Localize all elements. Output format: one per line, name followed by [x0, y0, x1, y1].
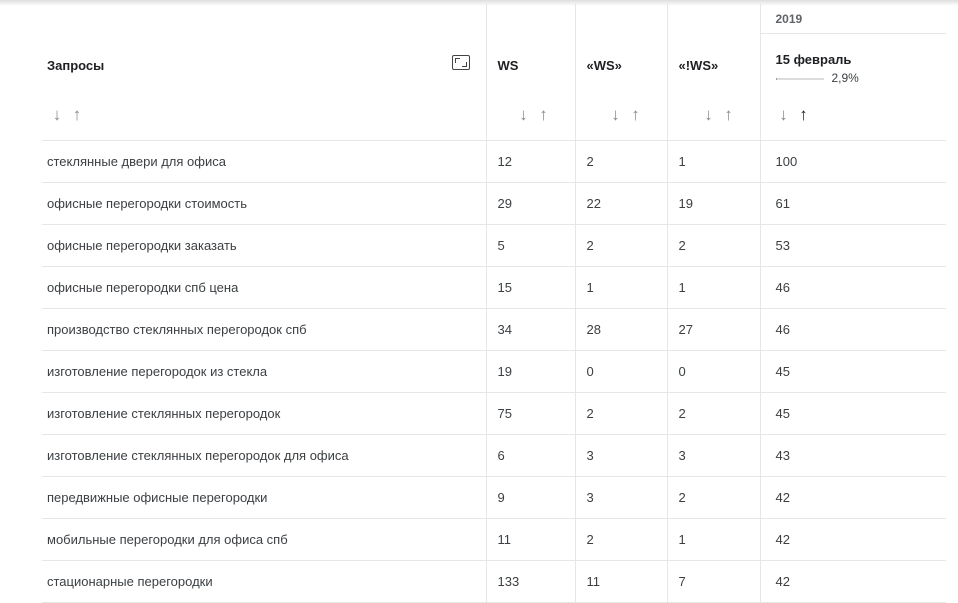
sort-desc-button[interactable]: ↓ — [700, 105, 720, 125]
column-header-ws-quoted: «WS» ↓ ↑ — [574, 4, 667, 141]
year-label: 2019 — [760, 4, 946, 34]
sort-desc-button[interactable]: ↓ — [607, 105, 627, 125]
cell-ws-quoted: 1 — [574, 266, 667, 309]
trend-percent: 2,9% — [831, 71, 859, 85]
column-header-date: 2019 15 февраль 2,9% ↓ ↑ — [759, 4, 946, 141]
sort-desc-button[interactable]: ↓ — [515, 105, 535, 125]
cell-date: 61 — [759, 182, 946, 225]
column-title-ws[interactable]: WS — [498, 58, 519, 73]
cell-ws-exact: 7 — [666, 560, 760, 603]
sort-controls-date: ↓ ↑ — [775, 105, 815, 125]
table-row[interactable]: производство стеклянных перегородок спб 3… — [42, 308, 946, 351]
column-header-ws-exact: «!WS» ↓ ↑ — [666, 4, 760, 141]
table-header-row: Запросы ↓ ↑ WS ↓ ↑ «WS» ↓ ↑ «!WS» ↓ ↑ 20… — [42, 4, 946, 141]
table-row[interactable]: изготовление перегородок из стекла 19 0 0 45 — [42, 350, 946, 393]
cell-ws: 15 — [485, 266, 575, 309]
table-row[interactable]: офисные перегородки стоимость 29 22 19 61 — [42, 182, 946, 225]
cell-query: офисные перегородки заказать — [42, 224, 486, 267]
cell-ws-exact: 0 — [666, 350, 760, 393]
cell-ws-exact: 3 — [666, 434, 760, 477]
cell-ws-exact: 2 — [666, 392, 760, 435]
cell-ws: 11 — [485, 518, 575, 561]
cell-date: 45 — [759, 392, 946, 435]
sort-asc-button[interactable]: ↑ — [535, 105, 555, 125]
cell-query: стационарные перегородки — [42, 560, 486, 603]
cell-query: стеклянные двери для офиса — [42, 140, 486, 183]
cell-ws-exact: 27 — [666, 308, 760, 351]
table-row[interactable]: офисные перегородки спб цена 15 1 1 46 — [42, 266, 946, 309]
column-title-date[interactable]: 15 февраль — [776, 52, 852, 67]
cell-date: 53 — [759, 224, 946, 267]
cell-ws: 75 — [485, 392, 575, 435]
cell-query: изготовление стеклянных перегородок — [42, 392, 486, 435]
trend-bar — [775, 78, 824, 80]
cell-ws: 34 — [485, 308, 575, 351]
sort-controls-query: ↓ ↑ — [48, 105, 88, 125]
table-row[interactable]: мобильные перегородки для офиса спб 11 2 1 4… — [42, 518, 946, 561]
cell-ws-exact: 2 — [666, 476, 760, 519]
cell-query: изготовление стеклянных перегородок для … — [42, 434, 486, 477]
cell-ws: 29 — [485, 182, 575, 225]
sort-asc-button[interactable]: ↑ — [68, 105, 88, 125]
table-row[interactable]: офисные перегородки заказать 5 2 2 53 — [42, 224, 946, 267]
queries-table: Запросы ↓ ↑ WS ↓ ↑ «WS» ↓ ↑ «!WS» ↓ ↑ 20… — [42, 4, 946, 603]
table-body: стеклянные двери для офиса 12 2 1 100 офисные… — [42, 140, 946, 603]
sort-desc-button[interactable]: ↓ — [48, 105, 68, 125]
cell-ws-exact: 1 — [666, 266, 760, 309]
cell-ws-exact: 2 — [666, 224, 760, 267]
cell-ws-quoted: 22 — [574, 182, 667, 225]
cell-ws-quoted: 3 — [574, 476, 667, 519]
sort-controls-ws-quoted: ↓ ↑ — [607, 105, 647, 125]
cell-query: передвижные офисные перегородки — [42, 476, 486, 519]
cell-query: изготовление перегородок из стекла — [42, 350, 486, 393]
trend-bar-fill — [775, 78, 777, 80]
cell-date: 42 — [759, 476, 946, 519]
cell-query: офисные перегородки стоимость — [42, 182, 486, 225]
table-row[interactable]: стационарные перегородки 133 11 7 42 — [42, 560, 946, 603]
column-title-query: Запросы — [47, 58, 105, 73]
cell-date: 42 — [759, 560, 946, 603]
expand-icon[interactable] — [452, 55, 470, 70]
cell-ws-quoted: 2 — [574, 140, 667, 183]
sort-asc-button-active[interactable]: ↑ — [795, 105, 815, 125]
cell-ws-exact: 1 — [666, 140, 760, 183]
cell-ws-quoted: 11 — [574, 560, 667, 603]
sort-asc-button[interactable]: ↑ — [627, 105, 647, 125]
cell-ws: 6 — [485, 434, 575, 477]
sort-desc-button[interactable]: ↓ — [775, 105, 795, 125]
table-row[interactable]: стеклянные двери для офиса 12 2 1 100 — [42, 140, 946, 183]
sort-asc-button[interactable]: ↑ — [720, 105, 740, 125]
table-row[interactable]: изготовление стеклянных перегородок 75 2 2 4… — [42, 392, 946, 435]
sort-controls-ws: ↓ ↑ — [515, 105, 555, 125]
cell-query: мобильные перегородки для офиса спб — [42, 518, 486, 561]
cell-date: 46 — [759, 308, 946, 351]
cell-date: 42 — [759, 518, 946, 561]
cell-date: 45 — [759, 350, 946, 393]
cell-ws-quoted: 2 — [574, 392, 667, 435]
cell-date: 43 — [759, 434, 946, 477]
column-title-ws-quoted[interactable]: «WS» — [587, 58, 622, 73]
cell-ws: 12 — [485, 140, 575, 183]
table-row[interactable]: изготовление стеклянных перегородок для … — [42, 434, 946, 477]
cell-ws: 19 — [485, 350, 575, 393]
cell-ws: 9 — [485, 476, 575, 519]
cell-ws-quoted: 28 — [574, 308, 667, 351]
cell-ws-exact: 1 — [666, 518, 760, 561]
cell-query: производство стеклянных перегородок спб — [42, 308, 486, 351]
table-row[interactable]: передвижные офисные перегородки 9 3 2 42 — [42, 476, 946, 519]
cell-ws-quoted: 2 — [574, 518, 667, 561]
cell-ws-quoted: 0 — [574, 350, 667, 393]
cell-query: офисные перегородки спб цена — [42, 266, 486, 309]
cell-ws: 5 — [485, 224, 575, 267]
cell-ws-quoted: 2 — [574, 224, 667, 267]
column-header-query: Запросы ↓ ↑ — [42, 4, 486, 141]
sort-controls-ws-exact: ↓ ↑ — [700, 105, 740, 125]
cell-ws-exact: 19 — [666, 182, 760, 225]
column-header-ws: WS ↓ ↑ — [485, 4, 575, 141]
cell-ws-quoted: 3 — [574, 434, 667, 477]
cell-date: 100 — [759, 140, 946, 183]
cell-ws: 133 — [485, 560, 575, 603]
column-title-ws-exact[interactable]: «!WS» — [679, 58, 719, 73]
cell-date: 46 — [759, 266, 946, 309]
